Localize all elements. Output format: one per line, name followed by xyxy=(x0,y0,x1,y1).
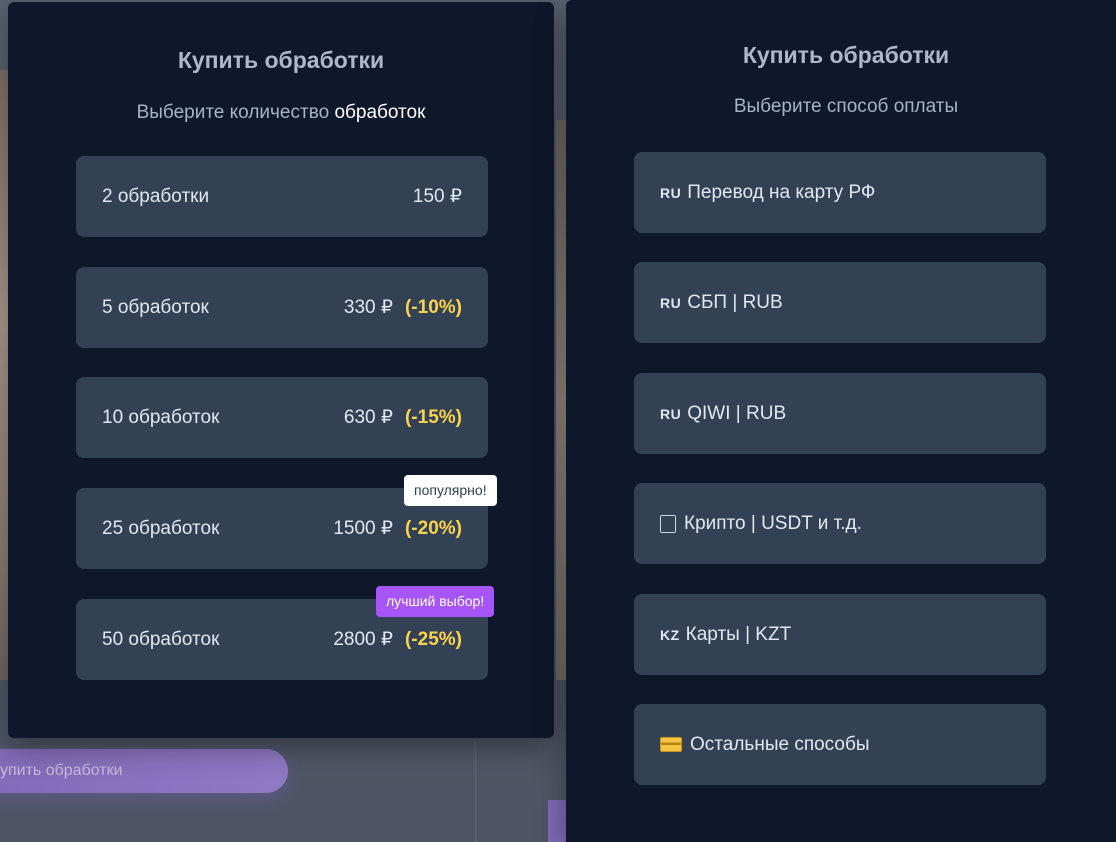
credit-card-icon xyxy=(660,737,682,752)
payment-method-label: СБП | RUB xyxy=(687,291,783,313)
quantity-modal: Купить обработки Выберите количество обр… xyxy=(8,2,554,738)
option-price: 330 ₽ xyxy=(343,297,393,318)
option-discount: (-15%) xyxy=(404,406,462,428)
payment-method-crypto[interactable]: Крипто | USDT и т.д. xyxy=(634,483,1046,564)
option-price: 2800 ₽ xyxy=(333,629,393,650)
option-label: 50 обработок xyxy=(102,628,220,650)
background-divider xyxy=(475,742,476,842)
option-price-group: 2800 ₽ (-25%) xyxy=(333,628,462,651)
option-price: 150 ₽ xyxy=(412,186,462,207)
option-discount: (-10%) xyxy=(404,296,462,318)
option-price-group: 1500 ₽ (-20%) xyxy=(333,517,462,540)
missing-glyph-icon xyxy=(660,514,676,533)
app-stage: упить обработки Купить обработки Выберит… xyxy=(0,0,1116,842)
payment-method-label: Крипто | USDT и т.д. xyxy=(684,512,862,534)
quantity-option-5[interactable]: 5 обработок 330 ₽ (-10%) xyxy=(76,267,488,348)
option-label: 10 обработок xyxy=(102,406,220,428)
payment-method-label: Перевод на карту РФ xyxy=(687,181,876,203)
popular-badge: популярно! xyxy=(404,475,497,506)
modal-title: Купить обработки xyxy=(742,42,950,68)
subtitle-accent: обработок xyxy=(334,102,426,123)
subtitle-text: Выберите количество xyxy=(136,102,330,123)
modal-subtitle: Выберите способ оплаты xyxy=(733,96,959,117)
ru-flag-icon: RU xyxy=(660,294,682,311)
ru-flag-icon: RU xyxy=(660,405,682,422)
payment-modal: Купить обработки Выберите способ оплаты … xyxy=(566,0,1116,842)
quantity-option-10[interactable]: 10 обработок 630 ₽ (-15%) xyxy=(76,377,488,458)
option-price-group: 330 ₽ (-10%) xyxy=(344,296,462,319)
option-discount: (-20%) xyxy=(404,517,462,539)
option-discount: (-25%) xyxy=(404,628,462,650)
kz-flag-icon: KZ xyxy=(660,626,680,643)
ru-flag-icon: RU xyxy=(660,184,682,201)
payment-method-label: Остальные способы xyxy=(690,733,870,755)
payment-method-other[interactable]: Остальные способы xyxy=(634,704,1046,785)
payment-method-label: QIWI | RUB xyxy=(687,402,787,424)
payment-method-card-rf[interactable]: RU Перевод на карту РФ xyxy=(634,152,1046,233)
background-buy-button: упить обработки xyxy=(0,749,288,793)
option-label: 5 обработок xyxy=(102,296,209,318)
modal-subtitle: Выберите количество обработок xyxy=(8,102,554,124)
quantity-option-2[interactable]: 2 обработки 150 ₽ xyxy=(76,156,488,237)
option-price-group: 150 ₽ xyxy=(413,185,462,208)
option-price: 1500 ₽ xyxy=(333,518,393,539)
payment-method-qiwi[interactable]: RU QIWI | RUB xyxy=(634,373,1046,454)
option-label: 25 обработок xyxy=(102,517,220,539)
option-label: 2 обработки xyxy=(102,185,210,207)
background-buy-button xyxy=(548,800,568,842)
modal-title: Купить обработки xyxy=(177,47,385,73)
best-choice-badge: лучший выбор! xyxy=(376,586,495,617)
payment-method-sbp[interactable]: RU СБП | RUB xyxy=(634,262,1046,343)
payment-method-kzt[interactable]: KZ Карты | KZT xyxy=(634,594,1046,675)
payment-method-label: Карты | KZT xyxy=(685,623,792,645)
option-price-group: 630 ₽ (-15%) xyxy=(344,406,462,429)
option-price: 630 ₽ xyxy=(343,407,393,428)
